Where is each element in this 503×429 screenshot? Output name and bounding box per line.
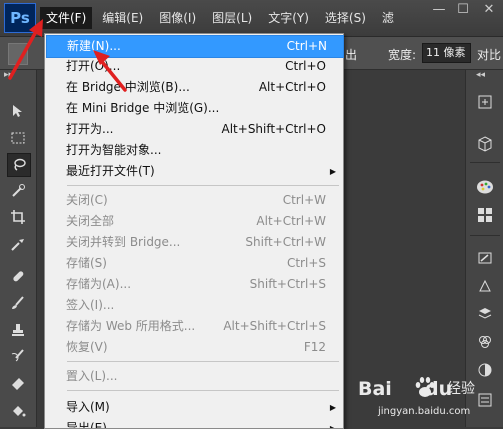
menu-file[interactable]: 文件(F): [40, 7, 93, 29]
lasso-tool-icon[interactable]: [7, 153, 31, 177]
menu-item-browse-in-bridge[interactable]: 在 Bridge 中浏览(B)... Alt+Ctrl+O: [46, 77, 342, 98]
menu-item-check-in[interactable]: 签入(I)...: [46, 295, 342, 316]
clone-stamp-tool-icon[interactable]: [7, 319, 29, 341]
watermark-jingyan: 经验: [447, 381, 475, 397]
options-partial-text: 出: [345, 48, 358, 62]
paths-panel-icon[interactable]: [473, 274, 497, 298]
swatches-panel-icon[interactable]: [473, 203, 497, 227]
menu-item-revert[interactable]: 恢复(V) F12: [46, 337, 342, 358]
crop-tool-icon[interactable]: [7, 206, 29, 228]
brush-panel-icon[interactable]: [473, 246, 497, 270]
menu-item-import[interactable]: 导入(M) ▶: [46, 397, 342, 418]
color-panel-icon[interactable]: [473, 175, 497, 199]
brush-tool-icon[interactable]: [7, 292, 29, 314]
menu-item-open-recent[interactable]: 最近打开文件(T) ▶: [46, 161, 342, 182]
menu-select[interactable]: 选择(S): [319, 7, 372, 29]
menu-edit[interactable]: 编辑(E): [96, 7, 149, 29]
file-menu-dropdown: 新建(N)... Ctrl+N 打开(O)... Ctrl+O 在 Bridge…: [44, 33, 344, 429]
healing-brush-tool-icon[interactable]: [7, 265, 29, 287]
submenu-arrow-icon: ▶: [329, 403, 336, 412]
tools-panel: ▸▸: [0, 70, 37, 427]
menu-item-save[interactable]: 存储(S) Ctrl+S: [46, 253, 342, 274]
watermark-url: jingyan.baidu.com: [378, 406, 471, 417]
contrast-label: 对比: [477, 48, 502, 62]
menu-item-open-as[interactable]: 打开为... Alt+Shift+Ctrl+O: [46, 119, 342, 140]
collapse-arrows-icon[interactable]: ◂◂: [476, 70, 485, 80]
submenu-arrow-icon: ▶: [329, 167, 336, 176]
history-brush-tool-icon[interactable]: [7, 345, 29, 367]
width-input[interactable]: 11 像素: [422, 43, 471, 63]
collapse-arrows-icon[interactable]: ▸▸: [4, 70, 13, 80]
menubar: Ps 文件(F) 编辑(E) 图像(I) 图层(L) 文字(Y) 选择(S) 滤…: [0, 0, 503, 37]
menu-filter[interactable]: 滤: [376, 7, 400, 29]
history-panel-icon[interactable]: [473, 90, 497, 114]
menu-item-close-and-go-to-bridge[interactable]: 关闭并转到 Bridge... Shift+Ctrl+W: [46, 232, 342, 253]
minimize-button[interactable]: —: [427, 0, 451, 20]
menu-item-open-as-smart-object[interactable]: 打开为智能对象...: [46, 140, 342, 161]
menu-layer[interactable]: 图层(L): [206, 7, 258, 29]
menu-item-close-all[interactable]: 关闭全部 Alt+Ctrl+W: [46, 211, 342, 232]
menu-type[interactable]: 文字(Y): [262, 7, 315, 29]
menu-item-browse-in-mini-bridge[interactable]: 在 Mini Bridge 中浏览(G)...: [46, 98, 342, 119]
baidu-jingyan-watermark: Bai du 经验 jingyan.baidu.com: [358, 376, 498, 422]
menu-item-open[interactable]: 打开(O)... Ctrl+O: [46, 56, 342, 77]
width-label: 宽度:: [388, 48, 417, 62]
watermark-brand: Bai: [358, 378, 392, 400]
marquee-tool-icon[interactable]: [7, 127, 29, 149]
photoshop-logo: Ps: [4, 3, 36, 33]
panel-dock: ◂◂: [465, 70, 503, 427]
3d-panel-icon[interactable]: [473, 132, 497, 156]
tool-preset-picker[interactable]: [8, 43, 28, 65]
menu-item-new[interactable]: 新建(N)... Ctrl+N: [46, 35, 344, 58]
eraser-tool-icon[interactable]: [7, 372, 29, 394]
channels-panel-icon[interactable]: [473, 330, 497, 354]
maximize-button[interactable]: ☐: [451, 0, 475, 20]
paint-bucket-tool-icon[interactable]: [7, 400, 29, 422]
menu-image[interactable]: 图像(I): [153, 7, 202, 29]
menu-item-place[interactable]: 置入(L)...: [46, 366, 342, 387]
eyedropper-tool-icon[interactable]: [7, 233, 29, 255]
layers-panel-icon[interactable]: [473, 302, 497, 326]
menu-item-close[interactable]: 关闭(C) Ctrl+W: [46, 190, 342, 211]
menu-item-save-as[interactable]: 存储为(A)... Shift+Ctrl+S: [46, 274, 342, 295]
window-controls: — ☐ ✕: [427, 0, 503, 20]
quick-selection-tool-icon[interactable]: [7, 180, 29, 202]
move-tool-icon[interactable]: [7, 100, 29, 122]
menu-item-save-for-web[interactable]: 存储为 Web 所用格式... Alt+Shift+Ctrl+S: [46, 316, 342, 337]
close-button[interactable]: ✕: [475, 0, 503, 20]
